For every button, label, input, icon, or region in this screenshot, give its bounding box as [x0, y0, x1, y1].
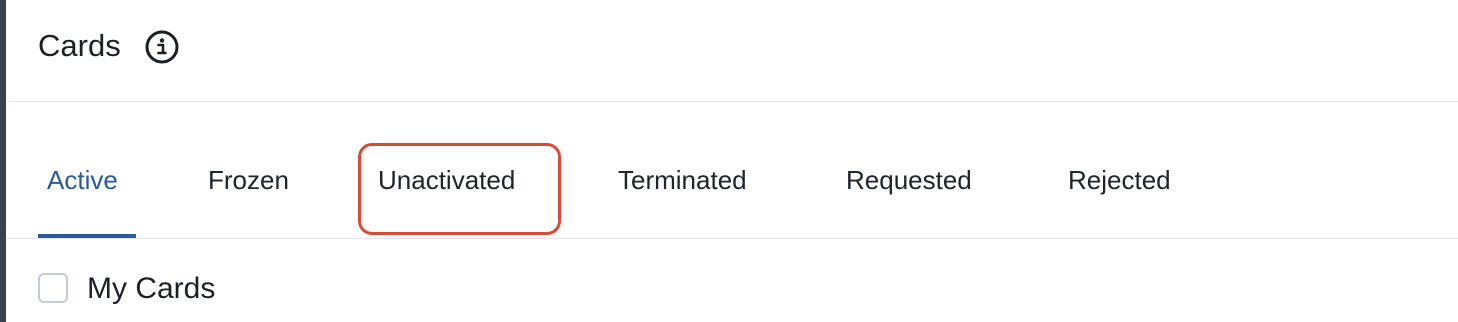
- my-cards-checkbox[interactable]: [38, 273, 68, 303]
- info-icon[interactable]: [145, 30, 179, 64]
- status-tabs: Active Frozen Unactivated Terminated Req…: [6, 103, 1458, 239]
- highlight-box: [358, 143, 561, 235]
- my-cards-label[interactable]: My Cards: [87, 270, 215, 308]
- tab-frozen[interactable]: Frozen: [208, 163, 289, 197]
- page-header: Cards: [6, 0, 1458, 102]
- tab-rejected[interactable]: Rejected: [1068, 163, 1171, 197]
- tab-active[interactable]: Active: [47, 163, 118, 197]
- active-tab-indicator: [38, 234, 136, 238]
- tab-requested[interactable]: Requested: [846, 163, 972, 197]
- tab-terminated[interactable]: Terminated: [618, 163, 747, 197]
- filter-row: My Cards: [6, 240, 1458, 322]
- page-title: Cards: [38, 28, 121, 63]
